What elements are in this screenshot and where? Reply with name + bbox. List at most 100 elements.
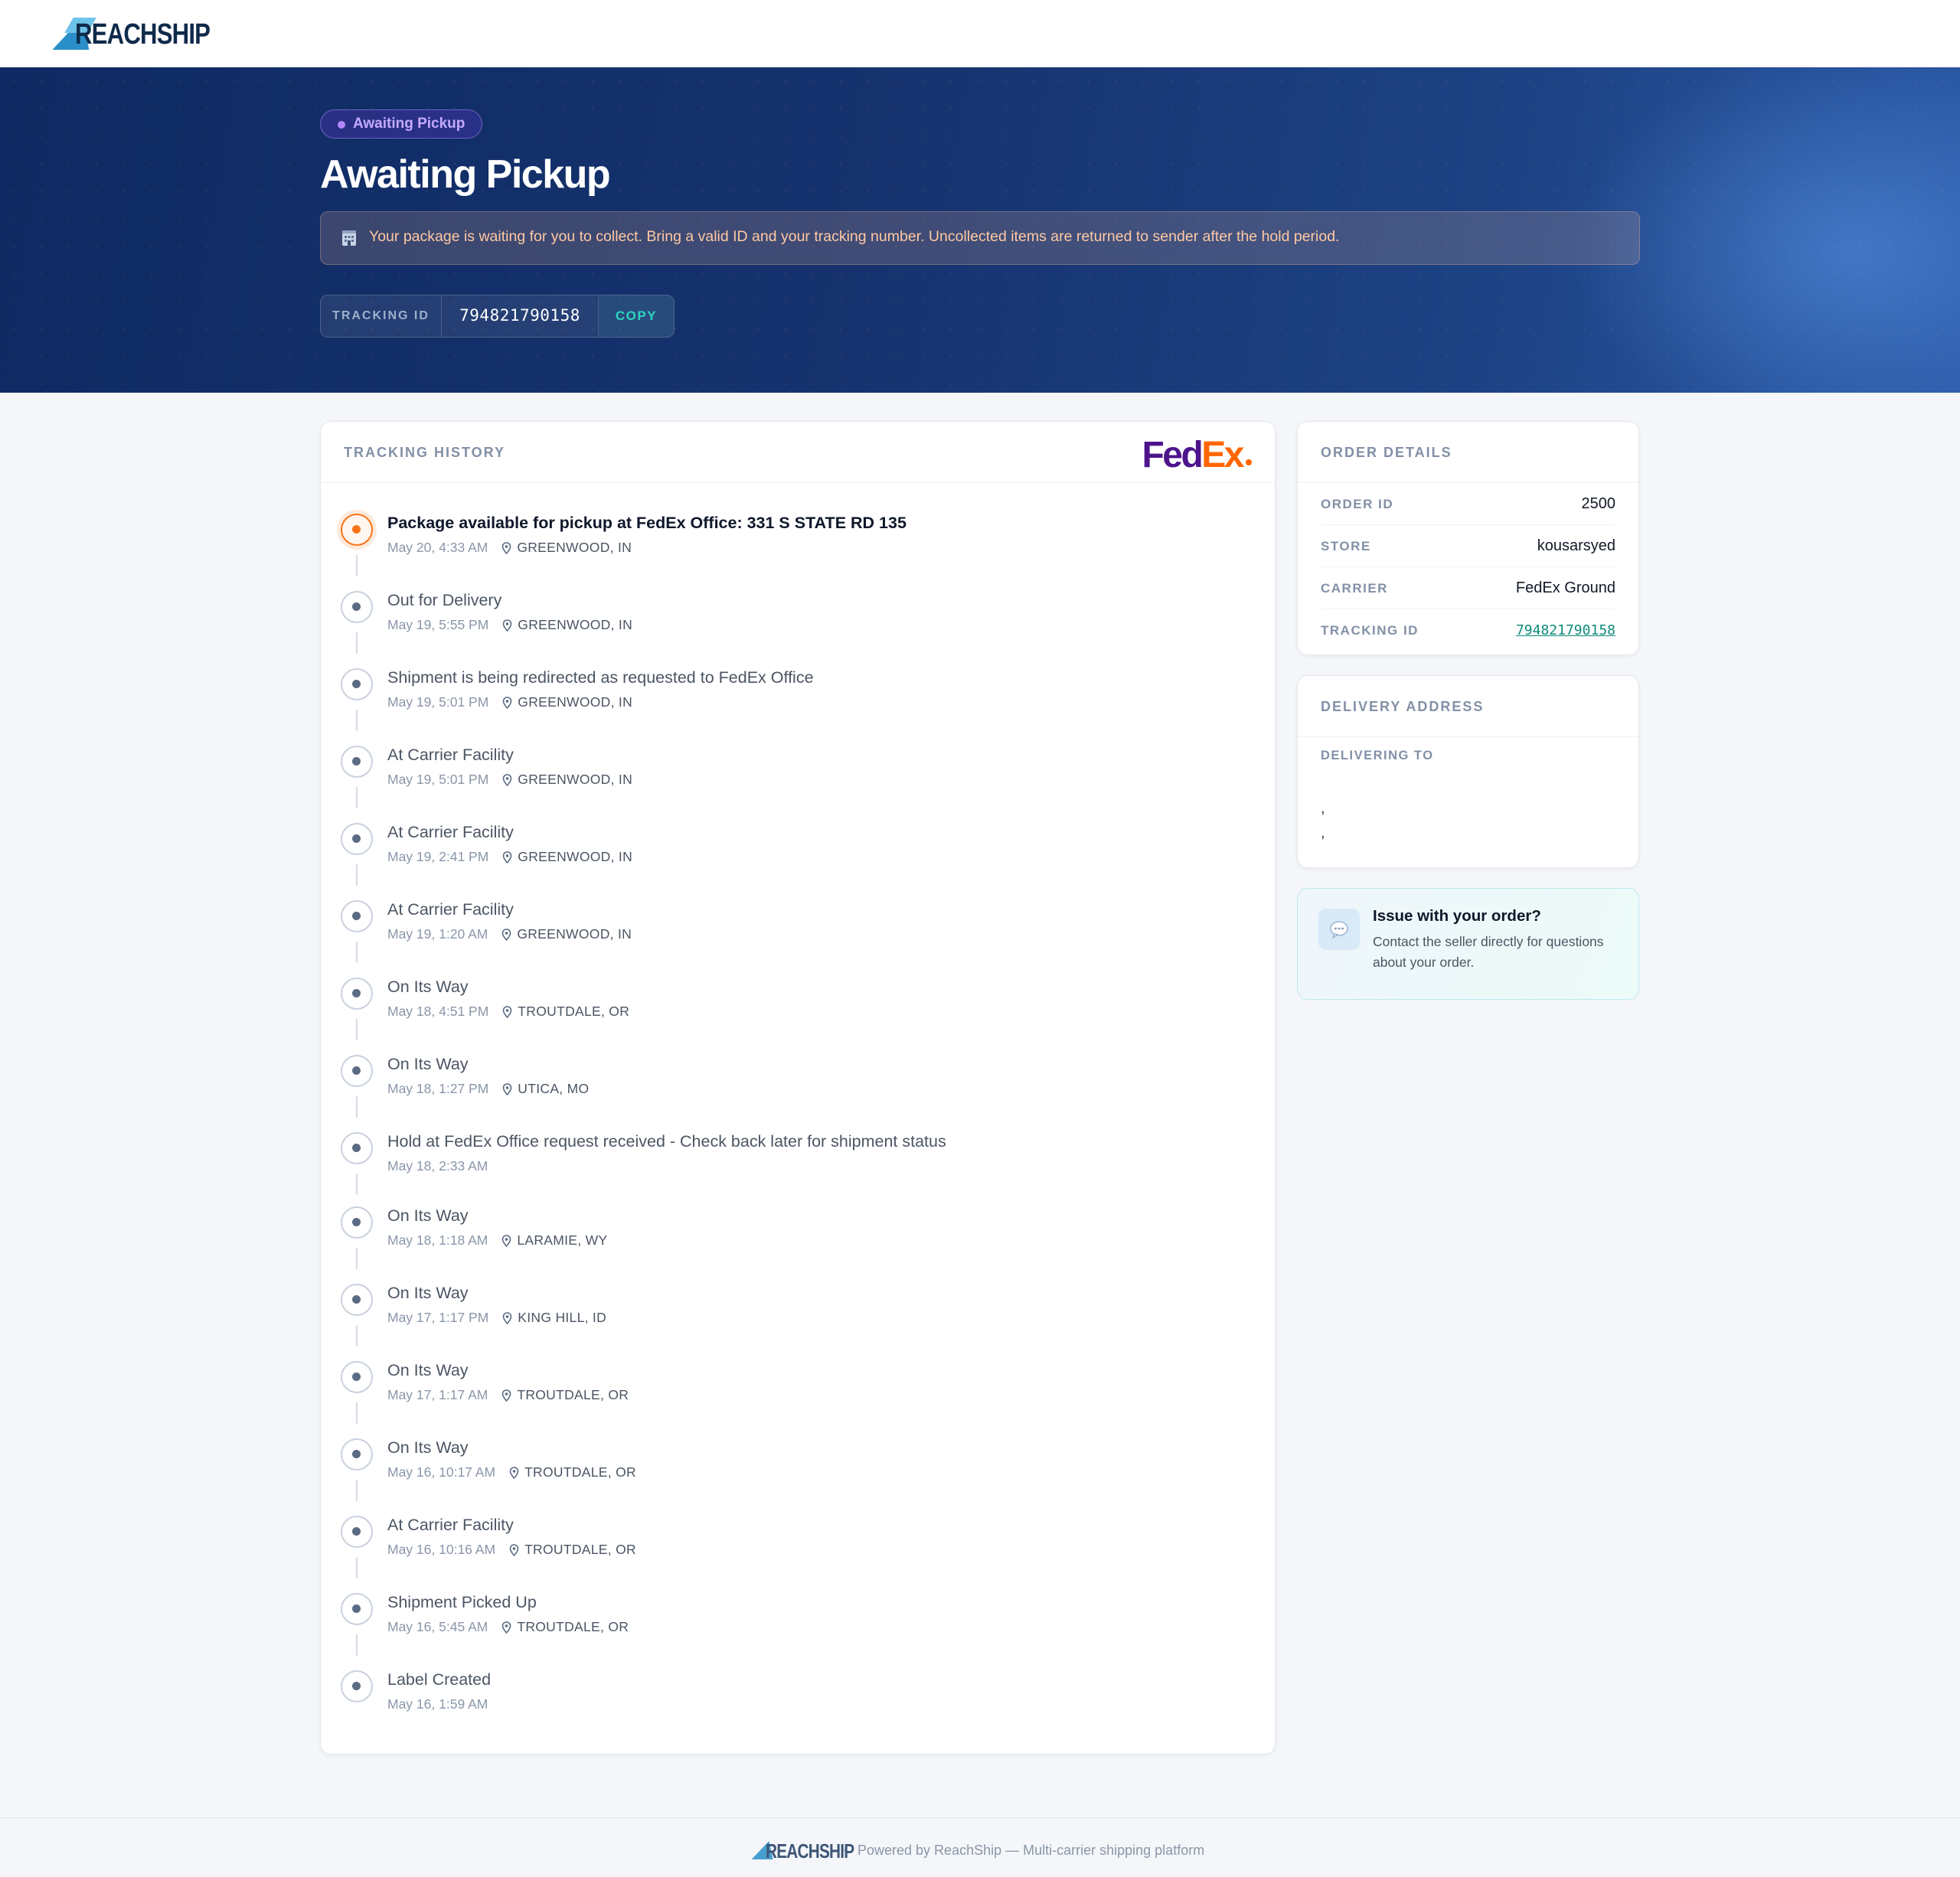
order-detail-row: STORE kousarsyed [1321, 525, 1615, 567]
event-time: May 18, 2:33 AM [387, 1158, 488, 1174]
tracking-event: Package available for pickup at FedEx Of… [321, 514, 1275, 590]
timeline-connector [356, 1480, 358, 1501]
event-meta: May 19, 1:20 AM GREENWOOD, IN [387, 926, 632, 942]
location-pin-icon [502, 1005, 512, 1018]
status-dot-icon [341, 1361, 373, 1393]
order-details-card: ORDER DETAILS ORDER ID 2500 STORE kousarsye… [1297, 421, 1639, 655]
event-title: On Its Way [387, 1438, 469, 1457]
event-location: KING HILL, ID [502, 1310, 606, 1326]
location-pin-icon [502, 619, 512, 632]
event-time: May 17, 1:17 AM [387, 1387, 488, 1402]
event-meta: May 17, 1:17 PM KING HILL, ID [387, 1310, 606, 1326]
event-time: May 16, 10:16 AM [387, 1542, 496, 1557]
event-location: GREENWOOD, IN [502, 772, 632, 788]
event-location: GREENWOOD, IN [502, 849, 632, 865]
copy-button[interactable]: COPY [599, 295, 674, 337]
event-location: UTICA, MO [502, 1081, 589, 1097]
order-details-heading: ORDER DETAILS [1321, 445, 1452, 460]
event-title: Hold at FedEx Office request received - … [387, 1132, 946, 1151]
tracking-history-card: TRACKING HISTORY FedEx Package available… [320, 421, 1276, 1755]
status-dot-icon [341, 1206, 373, 1239]
event-time: May 18, 1:27 PM [387, 1081, 489, 1096]
tracking-event: At Carrier Facility May 19, 5:01 PM GREENW… [321, 746, 1275, 822]
location-pin-icon [502, 1082, 512, 1095]
event-meta: May 18, 1:18 AM LARAMIE, WY [387, 1232, 607, 1249]
event-location: GREENWOOD, IN [502, 694, 632, 710]
tracking-id-box: TRACKING ID 794821790158 COPY [320, 295, 675, 338]
issue-with-order-card[interactable]: Issue with your order? Contact the selle… [1297, 888, 1639, 1000]
event-title: Label Created [387, 1670, 492, 1689]
footer-logo[interactable]: REACHSHIP [751, 1838, 854, 1862]
location-pin-icon [509, 1543, 519, 1556]
tracking-event: Shipment is being redirected as requeste… [321, 668, 1275, 745]
building-icon [342, 230, 356, 246]
event-title: On Its Way [387, 1055, 469, 1073]
timeline-connector [356, 632, 358, 654]
event-time: May 17, 1:17 PM [387, 1310, 489, 1325]
event-title: On Its Way [387, 1284, 469, 1302]
event-meta: May 18, 2:33 AM [387, 1158, 488, 1174]
timeline-connector [356, 1248, 358, 1269]
location-pin-icon [502, 1311, 512, 1324]
detail-key: ORDER ID [1321, 497, 1394, 511]
logo-text: REACHSHIP [75, 18, 211, 51]
event-title: On Its Way [387, 978, 469, 996]
event-time: May 19, 1:20 AM [387, 926, 488, 942]
timeline-connector [356, 1096, 358, 1118]
timeline-connector [356, 787, 358, 808]
detail-value: 2500 [1581, 495, 1616, 512]
event-location: TROUTDALE, OR [509, 1464, 636, 1480]
status-dot-icon [341, 823, 373, 855]
status-dot-icon [341, 591, 373, 623]
status-badge: Awaiting Pickup [320, 109, 483, 139]
timeline-connector [356, 864, 358, 886]
timeline-connector [356, 1019, 358, 1040]
event-title: At Carrier Facility [387, 1516, 514, 1534]
event-title: At Carrier Facility [387, 746, 514, 764]
detail-value: FedEx Ground [1515, 579, 1615, 596]
event-meta: May 19, 5:01 PM GREENWOOD, IN [387, 694, 632, 710]
event-meta: May 19, 2:41 PM GREENWOOD, IN [387, 849, 632, 865]
address-line-2: , [1321, 824, 1325, 841]
status-dot-icon [338, 121, 345, 129]
current-status-icon [341, 514, 373, 546]
location-pin-icon [502, 928, 511, 941]
status-dot-icon [341, 668, 373, 700]
event-time: May 16, 1:59 AM [387, 1696, 488, 1712]
location-pin-icon [502, 1621, 511, 1634]
timeline-connector [356, 1402, 358, 1424]
event-time: May 19, 5:55 PM [387, 617, 489, 632]
event-location: LARAMIE, WY [501, 1232, 607, 1249]
event-meta: May 20, 4:33 AM GREENWOOD, IN [387, 540, 632, 556]
pickup-notice: Your package is waiting for you to colle… [320, 211, 1640, 265]
event-time: May 16, 10:17 AM [387, 1464, 496, 1480]
fedex-logo: FedEx [1142, 434, 1252, 476]
order-details-rows: ORDER ID 2500 STORE kousarsyed CARRIER FedEx … [1321, 483, 1615, 651]
event-location: TROUTDALE, OR [509, 1542, 636, 1558]
status-dot-icon [341, 1132, 373, 1164]
tracking-id-value[interactable]: 794821790158 [442, 295, 599, 337]
status-dot-icon [341, 1438, 373, 1471]
event-meta: May 19, 5:55 PM GREENWOOD, IN [387, 617, 632, 633]
tracking-event: On Its Way May 18, 4:51 PM TROUTDALE, OR [321, 978, 1275, 1054]
location-pin-icon [502, 541, 511, 554]
event-time: May 18, 1:18 AM [387, 1232, 488, 1248]
location-pin-icon [502, 1389, 511, 1402]
event-title: Out for Delivery [387, 591, 502, 609]
tracking-event: At Carrier Facility May 16, 10:16 AM TROUT… [321, 1516, 1275, 1592]
event-title: On Its Way [387, 1361, 469, 1379]
event-location: GREENWOOD, IN [502, 617, 632, 633]
timeline-connector [356, 555, 358, 576]
delivery-address-heading: DELIVERY ADDRESS [1321, 699, 1485, 714]
location-pin-icon [502, 850, 512, 863]
tracking-id-link[interactable]: 794821790158 [1516, 609, 1615, 651]
tracking-event: At Carrier Facility May 19, 1:20 AM GREENW… [321, 900, 1275, 977]
event-meta: May 16, 1:59 AM [387, 1696, 488, 1712]
reachship-logo[interactable]: REACHSHIP [52, 15, 240, 54]
status-dot-icon [341, 978, 373, 1010]
tracking-event: On Its Way May 17, 1:17 PM KING HILL, ID [321, 1284, 1275, 1360]
footer-text: Powered by ReachShip — Multi-carrier shi… [858, 1842, 1205, 1858]
event-location: GREENWOOD, IN [501, 926, 632, 942]
status-dot-icon [341, 900, 373, 932]
event-time: May 19, 5:01 PM [387, 772, 489, 787]
